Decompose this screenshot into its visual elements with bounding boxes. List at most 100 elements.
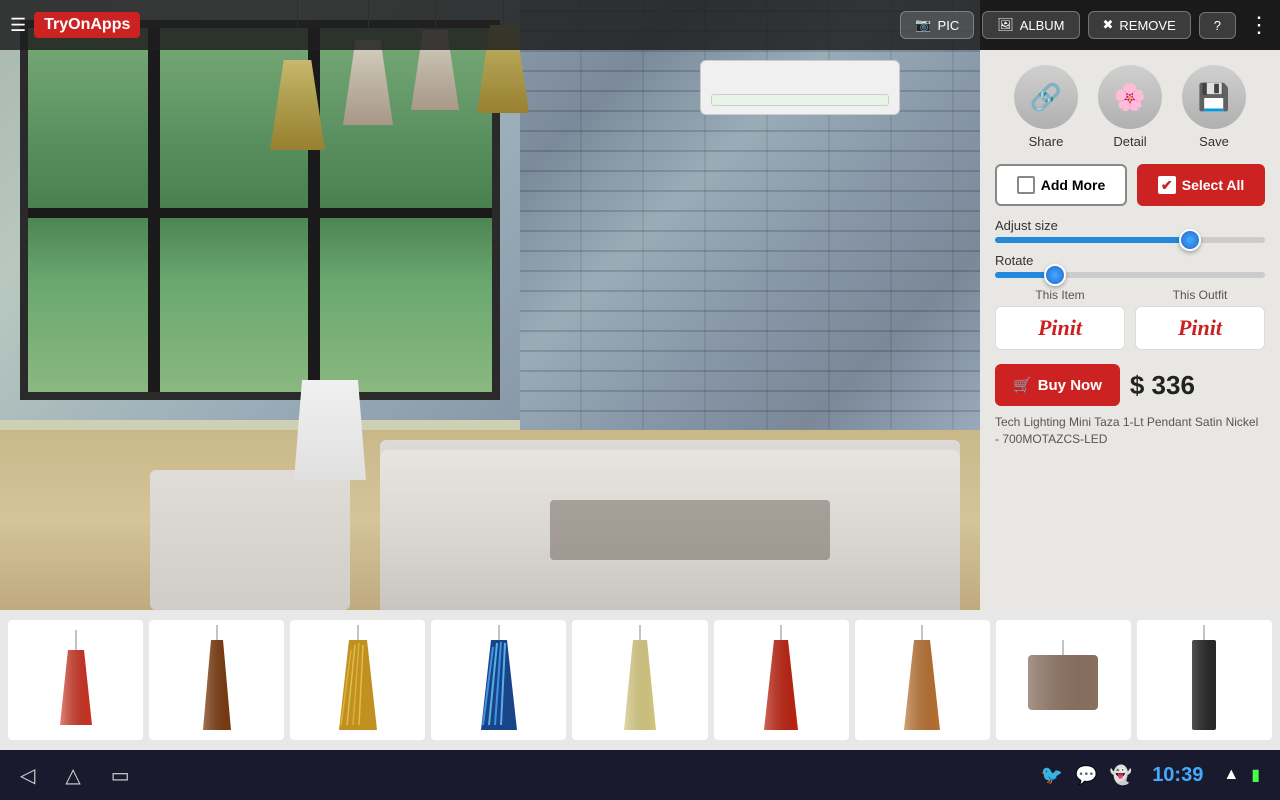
thumb-image-5 <box>610 625 670 735</box>
thumbnail-strip <box>0 610 1280 750</box>
thumb-image-9 <box>1184 625 1224 735</box>
remove-button[interactable]: ✖ REMOVE <box>1088 11 1191 39</box>
this-outfit-label: This Outfit <box>1173 288 1228 302</box>
pinit-this-item: This Item Pinit <box>995 288 1125 350</box>
help-button[interactable]: ? <box>1199 12 1236 39</box>
save-label: Save <box>1199 134 1229 149</box>
logo-area: ☰ TryOnApps <box>10 12 140 38</box>
cart-icon: 🛒 <box>1013 376 1032 394</box>
thumb-image-3 <box>323 625 393 735</box>
pic-label: PIC <box>938 18 960 33</box>
buy-now-button[interactable]: 🛒 Buy Now <box>995 364 1120 406</box>
thumb-image-6 <box>751 625 811 735</box>
camera-icon: 📷 <box>915 17 931 33</box>
panel-actions: 🔗 Share 🌸 Detail 💾 Save <box>995 65 1265 149</box>
thumb-image-1 <box>46 630 106 730</box>
album-label: ALBUM <box>1020 18 1065 33</box>
adjust-size-track[interactable] <box>995 237 1265 243</box>
buy-now-label: Buy Now <box>1038 377 1102 394</box>
pendant-shade-1 <box>270 60 325 150</box>
plant-pot <box>290 380 370 480</box>
thumbnail-item-4[interactable] <box>431 620 566 740</box>
armchair <box>150 470 350 610</box>
thumbnail-item-5[interactable] <box>572 620 707 740</box>
wifi-icon: ▲ <box>1223 766 1239 784</box>
buy-row: 🛒 Buy Now $ 336 <box>995 364 1265 406</box>
home-button[interactable]: △ <box>65 763 80 788</box>
time-display: 10:39 <box>1152 764 1203 787</box>
thumb-image-8 <box>1018 640 1108 720</box>
help-label: ? <box>1214 18 1221 33</box>
pinit-section: This Item Pinit This Outfit Pinit <box>995 288 1265 350</box>
adjust-size-thumb[interactable] <box>1179 229 1201 251</box>
thumbnail-item-8[interactable] <box>996 620 1131 740</box>
pinit-item-text: Pinit <box>1038 315 1082 340</box>
detail-icon-circle: 🌸 <box>1098 65 1162 129</box>
thumbnail-item-7[interactable] <box>855 620 990 740</box>
more-button[interactable]: ⋮ <box>1248 12 1270 38</box>
twitter-icon[interactable]: 🐦 <box>1041 765 1063 786</box>
thumbnail-item-6[interactable] <box>714 620 849 740</box>
album-icon: 🖼 <box>997 17 1014 33</box>
pinit-outfit-button[interactable]: Pinit <box>1135 306 1265 350</box>
adjust-size-label: Adjust size <box>995 218 1265 233</box>
share-action[interactable]: 🔗 Share <box>1014 65 1078 149</box>
hamburger-icon[interactable]: ☰ <box>10 15 26 36</box>
pic-button[interactable]: 📷 PIC <box>900 11 974 39</box>
album-button[interactable]: 🖼 ALBUM <box>982 11 1079 39</box>
adjust-size-fill <box>995 237 1184 243</box>
product-description: Tech Lighting Mini Taza 1-Lt Pendant Sat… <box>995 414 1265 448</box>
add-more-button[interactable]: Add More <box>995 164 1127 206</box>
message-icon[interactable]: 💬 <box>1075 765 1097 786</box>
battery-icon: ▮ <box>1251 765 1260 785</box>
price-display: $ 336 <box>1130 370 1195 401</box>
thumb-image-4 <box>469 625 529 735</box>
select-all-label: Select All <box>1182 177 1245 193</box>
recent-apps-button[interactable]: ▭ <box>111 763 130 788</box>
ghost-icon[interactable]: 👻 <box>1110 765 1132 786</box>
checkbox-checked-icon: ✔ <box>1158 176 1176 194</box>
window-frame-h <box>28 208 492 218</box>
detail-icon: 🌸 <box>1114 82 1146 113</box>
thumbnail-item-1[interactable] <box>8 620 143 740</box>
adjust-size-section: Adjust size <box>995 218 1265 243</box>
save-action[interactable]: 💾 Save <box>1182 65 1246 149</box>
pinit-item-button[interactable]: Pinit <box>995 306 1125 350</box>
checkbox-unchecked-icon <box>1017 176 1035 194</box>
add-more-label: Add More <box>1041 177 1106 193</box>
rotate-track[interactable] <box>995 272 1265 278</box>
pendant-shade-2 <box>343 40 393 125</box>
remove-icon: ✖ <box>1103 17 1114 33</box>
thumb-image-2 <box>187 625 247 735</box>
add-select-row: Add More ✔ Select All <box>995 164 1265 206</box>
main-scene <box>0 0 980 610</box>
rotate-thumb[interactable] <box>1044 264 1066 286</box>
ac-vents <box>711 94 889 106</box>
status-icons: 🐦 💬 👻 10:39 ▲ ▮ <box>1041 764 1260 787</box>
detail-label: Detail <box>1113 134 1146 149</box>
thumb-image-7 <box>890 625 955 735</box>
select-all-button[interactable]: ✔ Select All <box>1137 164 1265 206</box>
pinit-this-outfit: This Outfit Pinit <box>1135 288 1265 350</box>
right-panel: 🔗 Share 🌸 Detail 💾 Save Add More ✔ Selec… <box>980 50 1280 610</box>
share-icon-circle: 🔗 <box>1014 65 1078 129</box>
coffee-table <box>550 500 830 560</box>
rotate-label: Rotate <box>995 253 1265 268</box>
detail-action[interactable]: 🌸 Detail <box>1098 65 1162 149</box>
save-icon: 💾 <box>1198 82 1230 113</box>
pinit-outfit-text: Pinit <box>1178 315 1222 340</box>
app-logo[interactable]: TryOnApps <box>34 12 140 38</box>
thumbnail-item-2[interactable] <box>149 620 284 740</box>
thumbnail-item-3[interactable] <box>290 620 425 740</box>
thumbnail-item-9[interactable] <box>1137 620 1272 740</box>
back-button[interactable]: ◁ <box>20 763 35 788</box>
rotate-section: Rotate <box>995 253 1265 278</box>
rotate-fill <box>995 272 1049 278</box>
remove-label: REMOVE <box>1119 18 1175 33</box>
toolbar: ☰ TryOnApps 📷 PIC 🖼 ALBUM ✖ REMOVE ? ⋮ <box>0 0 1280 50</box>
share-icon: 🔗 <box>1030 82 1062 113</box>
save-icon-circle: 💾 <box>1182 65 1246 129</box>
this-item-label: This Item <box>1035 288 1084 302</box>
status-bar: ◁ △ ▭ 🐦 💬 👻 10:39 ▲ ▮ <box>0 750 1280 800</box>
share-label: Share <box>1029 134 1064 149</box>
